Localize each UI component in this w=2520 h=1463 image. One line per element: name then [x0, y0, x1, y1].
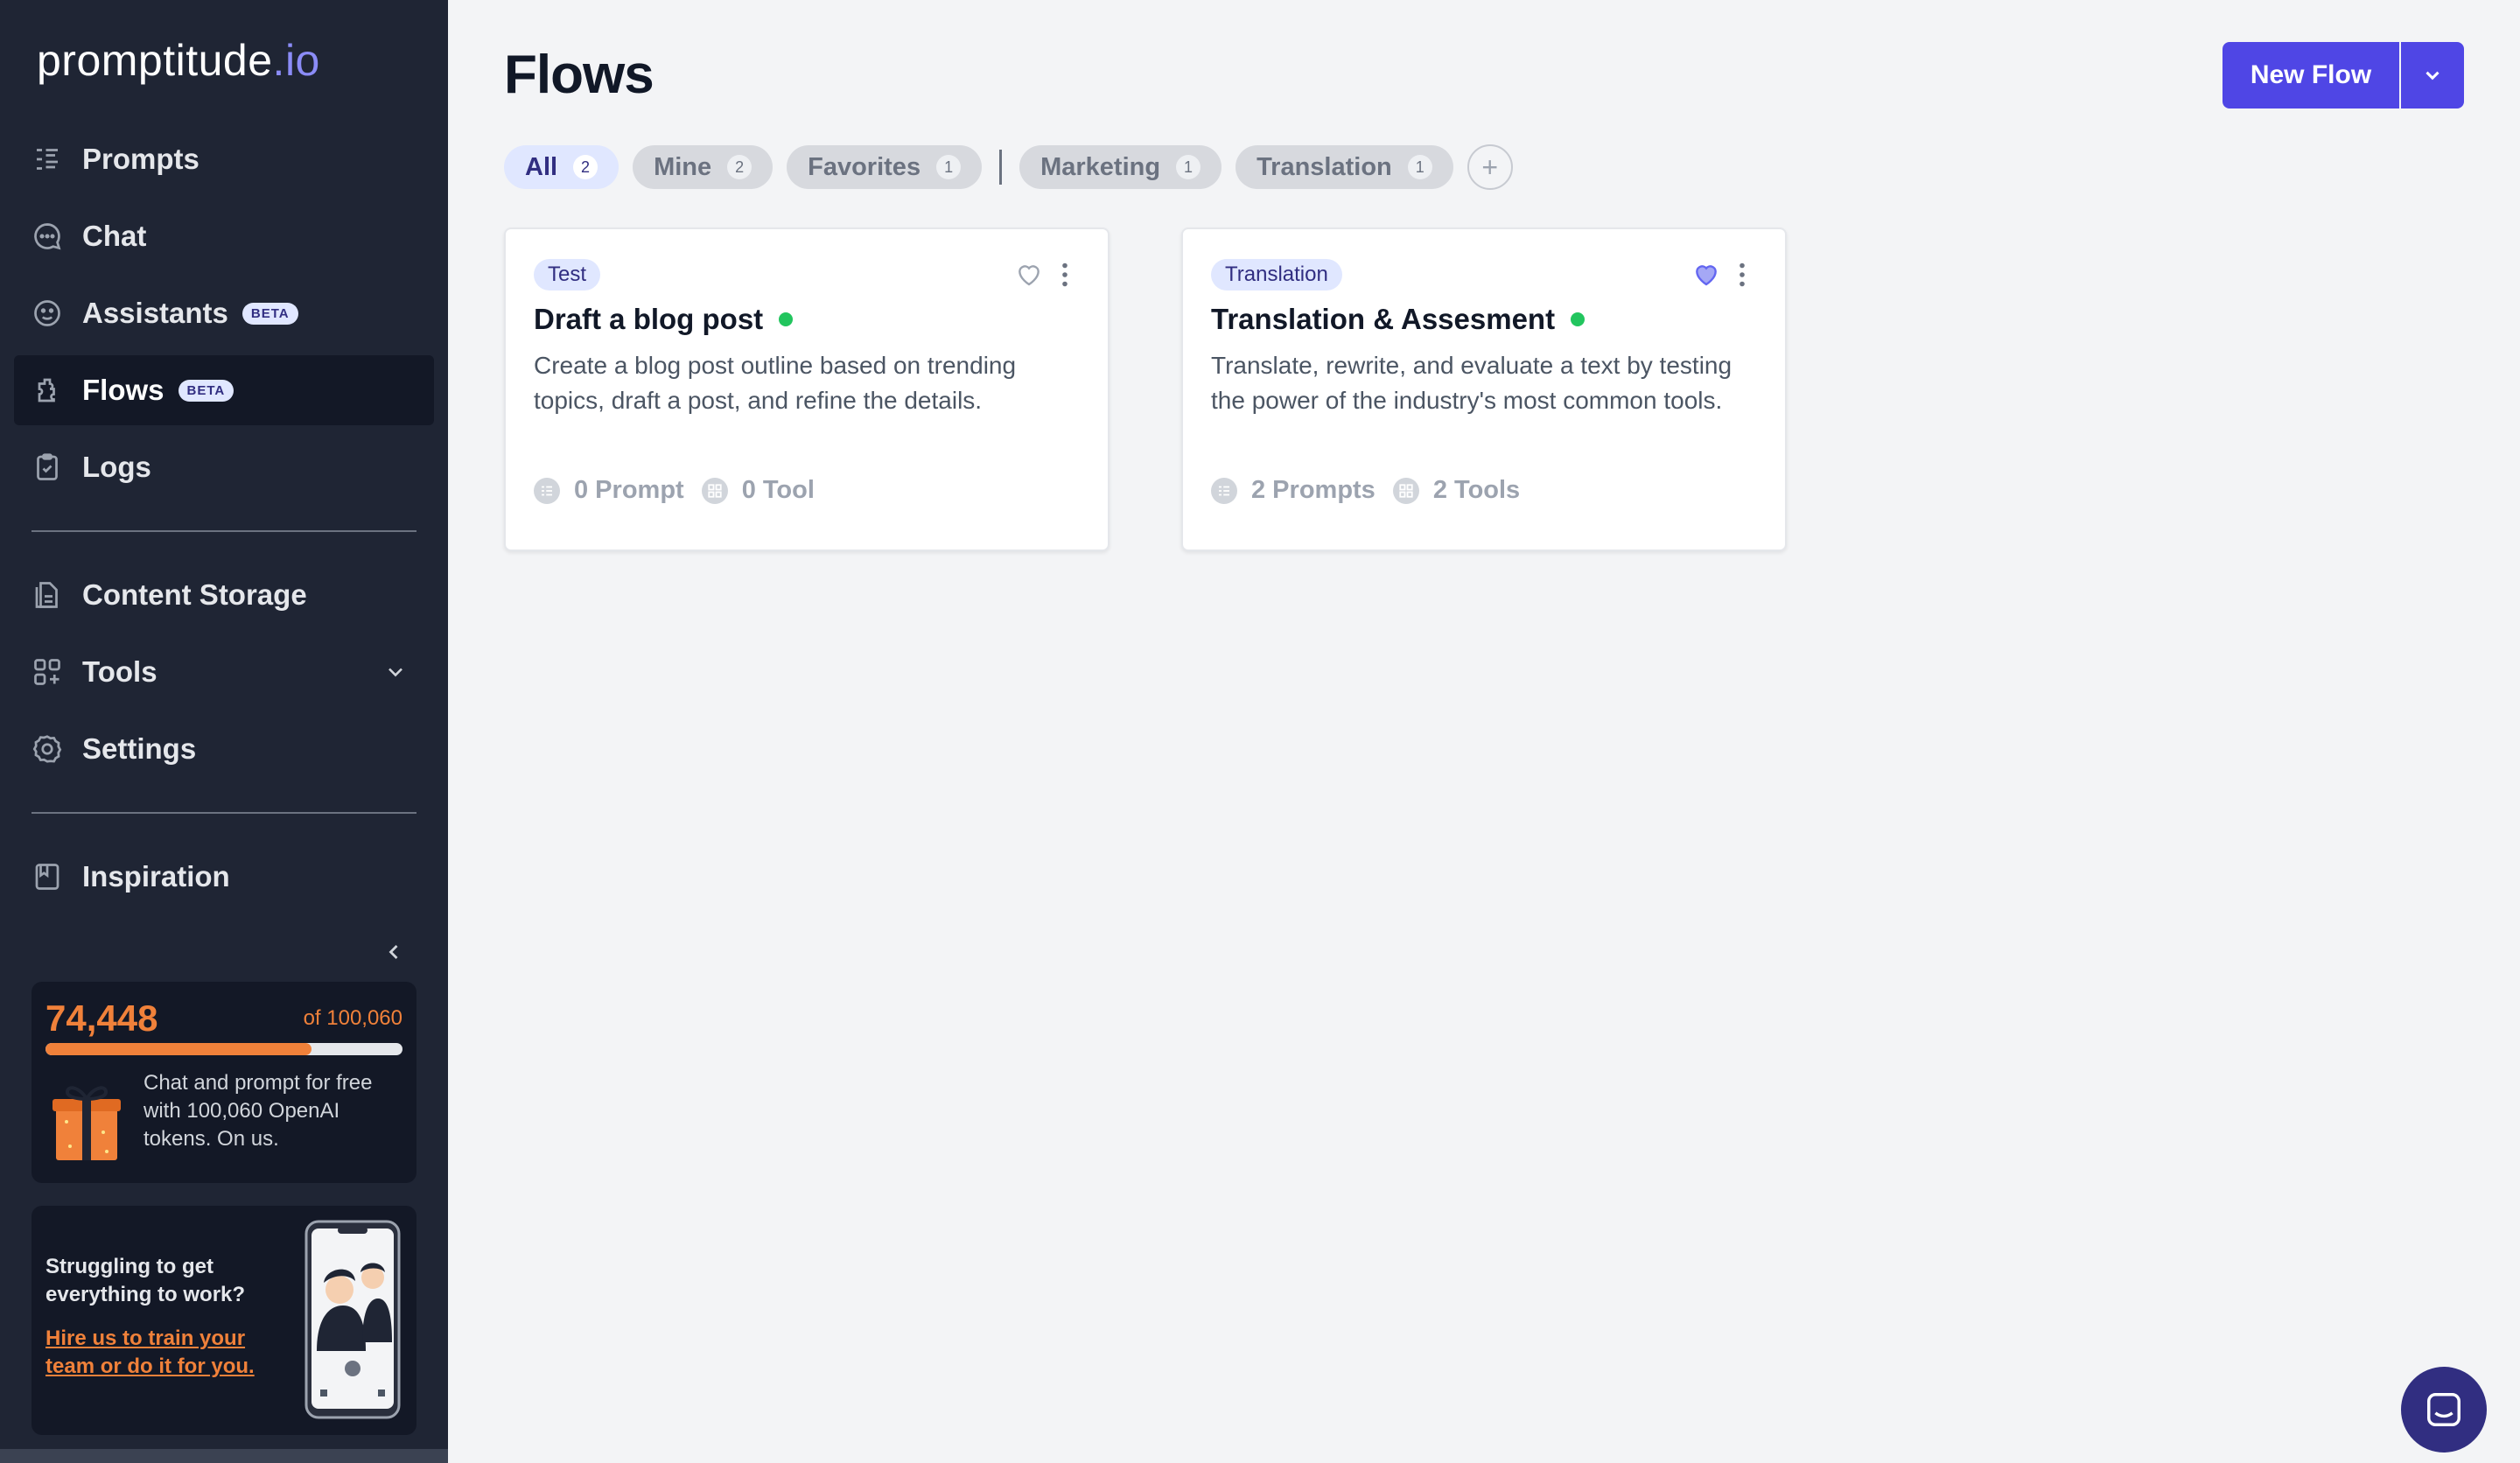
token-progress-fill [46, 1043, 312, 1055]
gift-icon [52, 1086, 121, 1160]
more-options-icon[interactable] [1738, 262, 1746, 287]
flow-meta: 0 Prompt 0 Tool [534, 476, 815, 505]
flow-title-row: Draft a blog post [534, 303, 794, 336]
status-dot [779, 312, 794, 326]
filter-favorites[interactable]: Favorites 1 [787, 145, 983, 189]
prompts-icon [534, 477, 560, 504]
sidebar-item-label: Settings [82, 732, 197, 765]
filter-count: 2 [573, 155, 598, 179]
chat-icon [32, 220, 63, 252]
sidebar-item-label: Content Storage [82, 578, 307, 611]
token-used: 74,448 [46, 998, 158, 1039]
flow-title[interactable]: Translation & Assesment [1211, 303, 1555, 336]
support-chat-button[interactable] [2401, 1367, 2487, 1452]
sidebar-item-prompts[interactable]: Prompts [14, 124, 434, 194]
chevron-down-icon [2426, 71, 2440, 80]
flow-title[interactable]: Draft a blog post [534, 303, 763, 336]
flow-tag[interactable]: Test [534, 259, 601, 290]
tools-icon [1392, 477, 1419, 504]
logo-suffix: .io [272, 36, 320, 85]
clipboard-icon [32, 452, 63, 483]
sidebar-item-tools[interactable]: Tools [14, 637, 434, 707]
sidebar: promptitude.io Prompts Chat Assistants B… [0, 0, 448, 1463]
hire-us-card: Struggling to get everything to work? Hi… [32, 1206, 416, 1435]
filter-count: 1 [1176, 155, 1201, 179]
assistants-icon [32, 298, 63, 329]
sidebar-item-label: Flows [82, 374, 164, 406]
more-options-icon[interactable] [1060, 262, 1069, 287]
filter-label: Translation [1256, 152, 1392, 181]
flow-card[interactable]: Translation Translation & Assesment Tran… [1181, 228, 1787, 551]
documents-icon [32, 579, 63, 611]
hire-us-link[interactable]: Hire us to train your team or do it for … [46, 1325, 282, 1381]
sidebar-item-chat[interactable]: Chat [14, 201, 434, 271]
book-icon [32, 861, 63, 892]
sidebar-item-flows[interactable]: Flows BETA [14, 355, 434, 425]
filter-separator [999, 150, 1003, 185]
filter-all[interactable]: All 2 [504, 145, 620, 189]
flow-title-row: Translation & Assesment [1211, 303, 1586, 336]
filter-label: Mine [654, 152, 712, 181]
sidebar-bottom-bar [0, 1449, 448, 1463]
heart-filled-icon[interactable] [1692, 261, 1720, 287]
filter-bar: All 2 Mine 2 Favorites 1 Marketing 1 Tra… [504, 144, 1513, 190]
app-logo[interactable]: promptitude.io [37, 35, 320, 86]
filter-count: 1 [1407, 155, 1432, 179]
sidebar-item-label: Chat [82, 220, 147, 252]
token-progress-bar [46, 1043, 402, 1055]
filter-label: Marketing [1040, 152, 1161, 181]
sidebar-divider [32, 530, 416, 532]
token-description: Chat and prompt for free with 100,060 Op… [144, 1071, 373, 1151]
heart-icon[interactable] [1015, 261, 1043, 287]
flow-card[interactable]: Test Draft a blog post Create a blog pos… [504, 228, 1110, 551]
prompts-icon [32, 144, 63, 175]
tools-icon [701, 477, 728, 504]
sidebar-item-label: Inspiration [82, 860, 230, 892]
filter-marketing[interactable]: Marketing 1 [1019, 145, 1222, 189]
beta-badge: BETA [178, 379, 234, 402]
logo-main: promptitude [37, 36, 273, 85]
sidebar-item-settings[interactable]: Settings [14, 714, 434, 784]
chevron-down-icon[interactable] [383, 660, 408, 684]
sidebar-item-label: Logs [82, 451, 151, 483]
gear-icon [32, 733, 63, 765]
filter-count: 1 [936, 155, 962, 179]
tool-count: 0 Tool [741, 476, 815, 504]
sidebar-divider [32, 812, 416, 814]
sidebar-item-label: Tools [82, 655, 158, 688]
filter-mine[interactable]: Mine 2 [633, 145, 774, 189]
sidebar-item-content-storage[interactable]: Content Storage [14, 560, 434, 630]
tool-count: 2 Tools [1432, 476, 1521, 504]
add-filter-button[interactable]: + [1466, 144, 1513, 190]
prompts-icon [1211, 477, 1237, 504]
status-dot [1571, 312, 1586, 326]
sidebar-item-inspiration[interactable]: Inspiration [14, 842, 434, 912]
flow-description: Create a blog post outline based on tren… [534, 352, 1017, 414]
flow-description: Translate, rewrite, and evaluate a text … [1211, 352, 1732, 414]
phone-illustration [304, 1220, 401, 1419]
sidebar-item-assistants[interactable]: Assistants BETA [14, 278, 434, 348]
filter-translation[interactable]: Translation 1 [1236, 145, 1453, 189]
filter-label: All [525, 152, 558, 181]
beta-badge: BETA [242, 302, 298, 325]
prompt-count: 2 Prompts [1251, 476, 1376, 504]
sidebar-item-label: Prompts [82, 143, 200, 175]
collapse-sidebar-icon[interactable] [382, 940, 406, 964]
tools-icon [32, 656, 63, 688]
filter-count: 2 [727, 155, 752, 179]
token-usage-card: 74,448 of 100,060 Chat and prompt for fr… [32, 982, 416, 1183]
flow-meta: 2 Prompts 2 Tools [1211, 476, 1520, 505]
flows-icon [32, 374, 63, 406]
sidebar-item-label: Assistants [82, 297, 228, 329]
new-flow-dropdown-button[interactable] [2401, 42, 2464, 108]
filter-label: Favorites [808, 152, 921, 181]
sidebar-item-logs[interactable]: Logs [14, 432, 434, 502]
new-flow-button[interactable]: New Flow [2222, 42, 2399, 108]
chat-widget-icon [2427, 1393, 2460, 1426]
prompt-count: 0 Prompt [574, 476, 684, 504]
token-total: of 100,060 [303, 1006, 402, 1030]
hire-title: Struggling to get everything to work? [46, 1255, 246, 1306]
flow-tag[interactable]: Translation [1211, 259, 1342, 290]
page-title: Flows [504, 45, 654, 105]
